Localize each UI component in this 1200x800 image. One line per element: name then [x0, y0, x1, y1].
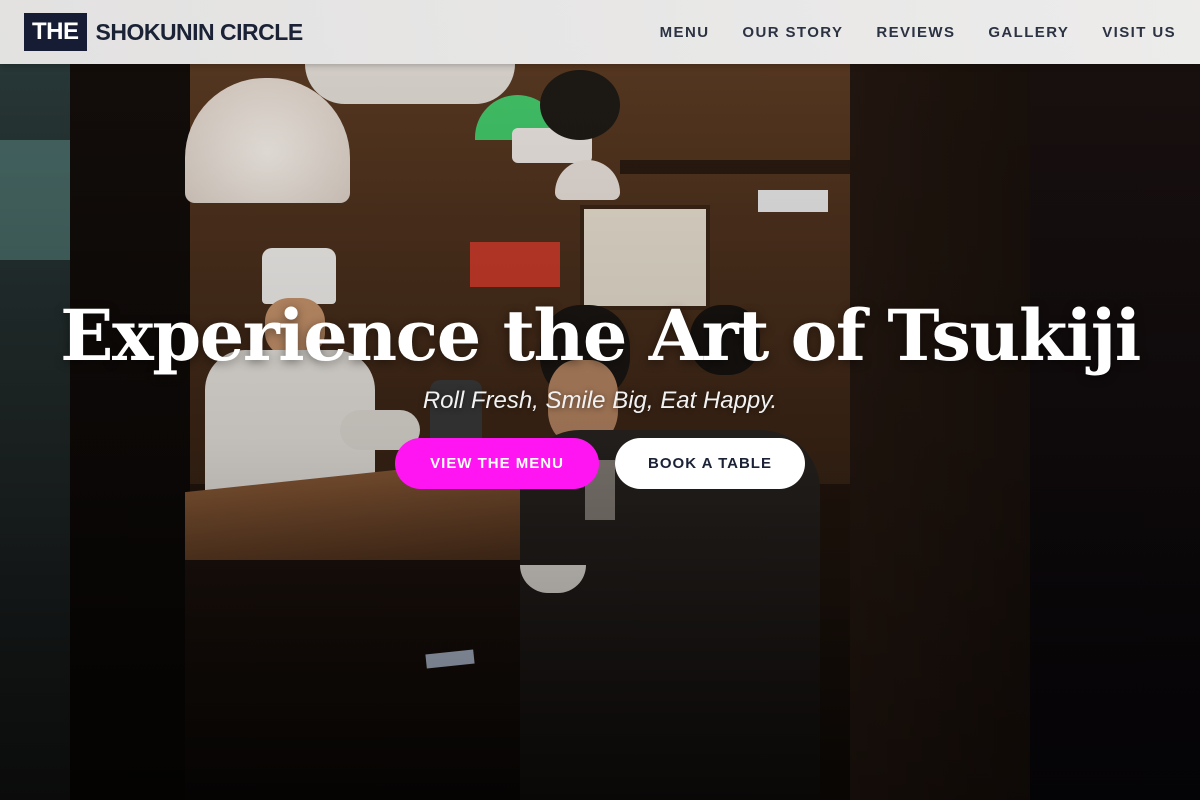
site-logo[interactable]: THE SHOKUNIN CIRCLE — [24, 13, 303, 51]
view-menu-button[interactable]: VIEW THE MENU — [395, 438, 599, 489]
nav-item-reviews[interactable]: REVIEWS — [876, 24, 955, 41]
nav-item-our-story[interactable]: OUR STORY — [742, 24, 843, 41]
hero-cta-group: VIEW THE MENU BOOK A TABLE — [0, 438, 1200, 489]
site-header: THE SHOKUNIN CIRCLE MENU OUR STORY REVIE… — [0, 0, 1200, 64]
book-table-button[interactable]: BOOK A TABLE — [615, 438, 805, 489]
nav-item-gallery[interactable]: GALLERY — [988, 24, 1069, 41]
hero-title: Experience the Art of Tsukiji — [60, 294, 1141, 377]
nav-item-visit-us[interactable]: VISIT US — [1102, 24, 1176, 41]
main-nav: MENU OUR STORY REVIEWS GALLERY VISIT US — [660, 24, 1176, 41]
logo-badge: THE — [24, 13, 87, 51]
hero-content: Experience the Art of Tsukiji Roll Fresh… — [0, 290, 1200, 489]
nav-item-menu[interactable]: MENU — [660, 24, 710, 41]
logo-wordmark: SHOKUNIN CIRCLE — [95, 18, 304, 45]
hero-subtitle: Roll Fresh, Smile Big, Eat Happy. — [422, 387, 778, 414]
